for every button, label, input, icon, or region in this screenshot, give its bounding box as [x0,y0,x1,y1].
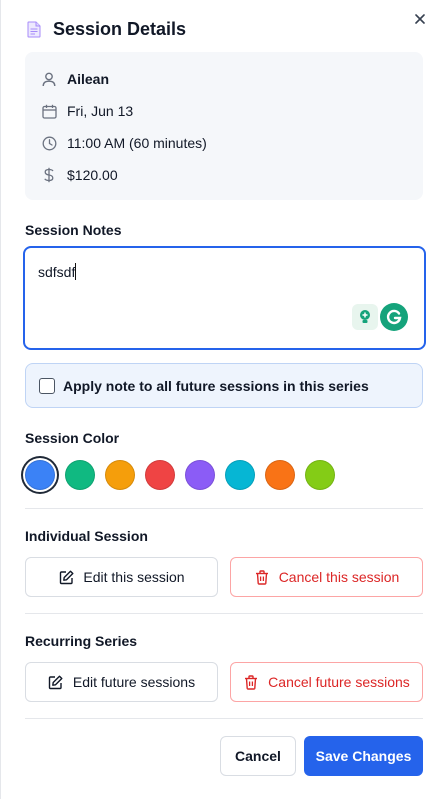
dollar-icon [41,167,57,183]
lightbulb-icon[interactable] [352,304,378,330]
cancel-button-label: Cancel [235,748,281,764]
edit-this-session-button[interactable]: Edit this session [25,557,218,597]
color-swatch-green[interactable] [65,460,95,490]
trash-icon [243,674,259,690]
color-label: Session Color [25,430,120,446]
cancel-this-session-button[interactable]: Cancel this session [230,557,423,597]
session-date: Fri, Jun 13 [67,103,134,119]
trash-icon [254,569,270,585]
recurring-series-label: Recurring Series [25,633,138,649]
dialog-title: Session Details [53,18,187,39]
color-swatch-lime[interactable] [305,460,335,490]
clock-icon [41,135,57,151]
client-name: Ailean [67,71,110,87]
cancel-future-sessions-button[interactable]: Cancel future sessions [230,662,423,702]
edit-icon [48,674,64,690]
session-notes-textarea[interactable]: sdfsdf [23,246,426,350]
color-swatch-cyan[interactable] [225,460,255,490]
color-swatch-amber[interactable] [105,460,135,490]
grammarly-icon[interactable] [380,303,408,331]
apply-note-label: Apply note to all future sessions in thi… [63,377,369,394]
notes-value: sdfsdf [38,263,77,280]
individual-session-label: Individual Session [25,528,148,544]
divider [25,613,423,614]
divider [25,508,423,509]
dialog-header: Session Details [25,17,186,41]
date-row: Fri, Jun 13 [41,100,133,122]
time-row: 11:00 AM (60 minutes) [41,132,207,154]
session-time: 11:00 AM (60 minutes) [67,135,207,151]
edit-this-session-label: Edit this session [83,569,185,585]
save-changes-label: Save Changes [315,748,412,764]
calendar-icon [41,103,57,119]
edit-future-sessions-label: Edit future sessions [72,674,196,690]
cancel-future-sessions-label: Cancel future sessions [268,674,410,690]
session-price: $120.00 [67,167,118,183]
session-details-dialog: Session Details Ailean Fri, Jun 13 11:00… [0,0,448,799]
notes-label: Session Notes [25,222,122,238]
divider [25,718,423,719]
color-swatch-blue[interactable] [25,460,55,490]
checkbox[interactable] [39,377,55,394]
edit-icon [58,569,74,585]
apply-note-future-checkbox[interactable]: Apply note to all future sessions in thi… [25,363,423,408]
edit-future-sessions-button[interactable]: Edit future sessions [25,662,218,702]
color-swatches [25,460,335,490]
color-swatch-red[interactable] [145,460,175,490]
color-swatch-purple[interactable] [185,460,215,490]
client-row: Ailean [41,68,109,90]
price-row: $120.00 [41,164,118,186]
close-icon[interactable] [411,10,429,28]
document-icon [25,19,43,39]
cancel-button[interactable]: Cancel [220,736,296,776]
cancel-this-session-label: Cancel this session [278,569,400,585]
save-changes-button[interactable]: Save Changes [304,736,423,776]
color-swatch-orange[interactable] [265,460,295,490]
session-info-card: Ailean Fri, Jun 13 11:00 AM (60 minutes)… [25,52,423,200]
user-icon [41,71,57,87]
